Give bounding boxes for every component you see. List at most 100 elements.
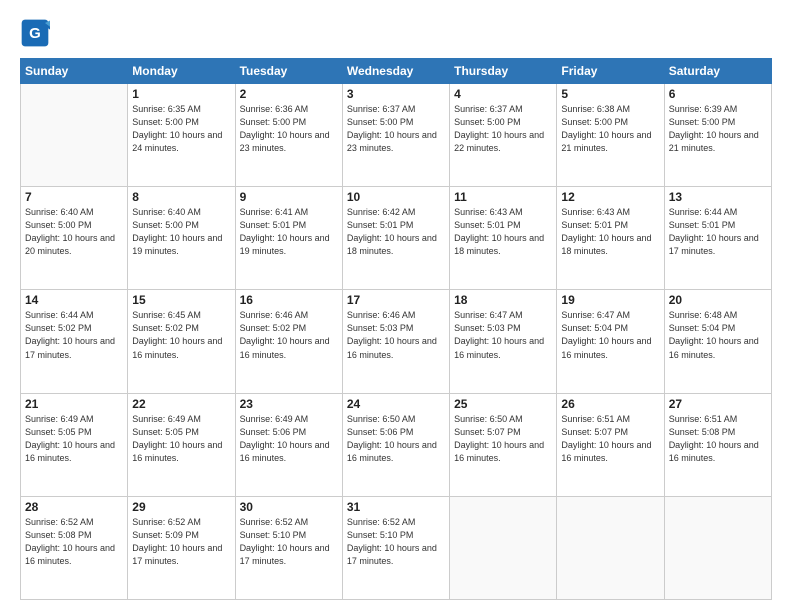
logo-icon: G (20, 18, 50, 48)
day-info: Sunrise: 6:49 AM Sunset: 5:06 PM Dayligh… (240, 413, 338, 465)
calendar-cell: 15 Sunrise: 6:45 AM Sunset: 5:02 PM Dayli… (128, 290, 235, 393)
day-number: 28 (25, 500, 123, 514)
day-number: 14 (25, 293, 123, 307)
day-info: Sunrise: 6:52 AM Sunset: 5:08 PM Dayligh… (25, 516, 123, 568)
day-info: Sunrise: 6:39 AM Sunset: 5:00 PM Dayligh… (669, 103, 767, 155)
day-info: Sunrise: 6:52 AM Sunset: 5:09 PM Dayligh… (132, 516, 230, 568)
weekday-header-friday: Friday (557, 59, 664, 84)
calendar-cell (450, 496, 557, 599)
day-number: 20 (669, 293, 767, 307)
day-info: Sunrise: 6:44 AM Sunset: 5:02 PM Dayligh… (25, 309, 123, 361)
day-number: 6 (669, 87, 767, 101)
day-info: Sunrise: 6:44 AM Sunset: 5:01 PM Dayligh… (669, 206, 767, 258)
calendar-cell: 16Sunrise: 6:46 AM Sunset: 5:02 PM Dayli… (235, 290, 342, 393)
weekday-header-monday: Monday (128, 59, 235, 84)
weekday-header-saturday: Saturday (664, 59, 771, 84)
calendar-cell: 26Sunrise: 6:51 AM Sunset: 5:07 PM Dayli… (557, 393, 664, 496)
calendar-cell: 8 Sunrise: 6:40 AM Sunset: 5:00 PM Daylig… (128, 187, 235, 290)
calendar-cell: 27 Sunrise: 6:51 AM Sunset: 5:08 PM Dayli… (664, 393, 771, 496)
calendar-cell: 3Sunrise: 6:37 AM Sunset: 5:00 PM Daylig… (342, 84, 449, 187)
calendar-cell: 24 Sunrise: 6:50 AM Sunset: 5:06 PM Dayli… (342, 393, 449, 496)
weekday-header-thursday: Thursday (450, 59, 557, 84)
day-number: 24 (347, 397, 445, 411)
day-number: 7 (25, 190, 123, 204)
svg-text:G: G (29, 25, 41, 42)
logo: G (20, 18, 54, 48)
calendar-cell: 6 Sunrise: 6:39 AM Sunset: 5:00 PM Daylig… (664, 84, 771, 187)
calendar-cell (557, 496, 664, 599)
calendar-cell: 14 Sunrise: 6:44 AM Sunset: 5:02 PM Dayli… (21, 290, 128, 393)
calendar-cell: 25Sunrise: 6:50 AM Sunset: 5:07 PM Dayli… (450, 393, 557, 496)
day-number: 18 (454, 293, 552, 307)
calendar-cell: 22 Sunrise: 6:49 AM Sunset: 5:05 PM Dayli… (128, 393, 235, 496)
week-row-1: 1 Sunrise: 6:35 AM Sunset: 5:00 PM Daylig… (21, 84, 772, 187)
day-number: 22 (132, 397, 230, 411)
calendar-cell: 18 Sunrise: 6:47 AM Sunset: 5:03 PM Dayli… (450, 290, 557, 393)
calendar-cell: 13 Sunrise: 6:44 AM Sunset: 5:01 PM Dayli… (664, 187, 771, 290)
weekday-header-wednesday: Wednesday (342, 59, 449, 84)
day-info: Sunrise: 6:49 AM Sunset: 5:05 PM Dayligh… (25, 413, 123, 465)
calendar-cell (21, 84, 128, 187)
week-row-5: 28 Sunrise: 6:52 AM Sunset: 5:08 PM Dayli… (21, 496, 772, 599)
calendar-cell: 21 Sunrise: 6:49 AM Sunset: 5:05 PM Dayli… (21, 393, 128, 496)
day-info: Sunrise: 6:49 AM Sunset: 5:05 PM Dayligh… (132, 413, 230, 465)
day-info: Sunrise: 6:40 AM Sunset: 5:00 PM Dayligh… (25, 206, 123, 258)
day-number: 1 (132, 87, 230, 101)
header: G (20, 18, 772, 48)
calendar-cell: 7 Sunrise: 6:40 AM Sunset: 5:00 PM Daylig… (21, 187, 128, 290)
day-number: 21 (25, 397, 123, 411)
day-number: 15 (132, 293, 230, 307)
week-row-4: 21 Sunrise: 6:49 AM Sunset: 5:05 PM Dayli… (21, 393, 772, 496)
day-info: Sunrise: 6:50 AM Sunset: 5:07 PM Dayligh… (454, 413, 552, 465)
calendar-cell: 23Sunrise: 6:49 AM Sunset: 5:06 PM Dayli… (235, 393, 342, 496)
calendar-cell: 1 Sunrise: 6:35 AM Sunset: 5:00 PM Daylig… (128, 84, 235, 187)
day-info: Sunrise: 6:47 AM Sunset: 5:03 PM Dayligh… (454, 309, 552, 361)
calendar-cell (664, 496, 771, 599)
calendar-cell: 19 Sunrise: 6:47 AM Sunset: 5:04 PM Dayli… (557, 290, 664, 393)
day-number: 5 (561, 87, 659, 101)
day-info: Sunrise: 6:37 AM Sunset: 5:00 PM Dayligh… (454, 103, 552, 155)
weekday-header-tuesday: Tuesday (235, 59, 342, 84)
day-info: Sunrise: 6:46 AM Sunset: 5:03 PM Dayligh… (347, 309, 445, 361)
day-number: 8 (132, 190, 230, 204)
calendar-cell: 11 Sunrise: 6:43 AM Sunset: 5:01 PM Dayli… (450, 187, 557, 290)
calendar-cell: 30 Sunrise: 6:52 AM Sunset: 5:10 PM Dayli… (235, 496, 342, 599)
calendar-cell: 20 Sunrise: 6:48 AM Sunset: 5:04 PM Dayli… (664, 290, 771, 393)
day-info: Sunrise: 6:37 AM Sunset: 5:00 PM Dayligh… (347, 103, 445, 155)
day-info: Sunrise: 6:38 AM Sunset: 5:00 PM Dayligh… (561, 103, 659, 155)
calendar-cell: 29 Sunrise: 6:52 AM Sunset: 5:09 PM Dayli… (128, 496, 235, 599)
calendar-cell: 31 Sunrise: 6:52 AM Sunset: 5:10 PM Dayli… (342, 496, 449, 599)
day-info: Sunrise: 6:47 AM Sunset: 5:04 PM Dayligh… (561, 309, 659, 361)
day-info: Sunrise: 6:45 AM Sunset: 5:02 PM Dayligh… (132, 309, 230, 361)
day-info: Sunrise: 6:51 AM Sunset: 5:08 PM Dayligh… (669, 413, 767, 465)
day-number: 27 (669, 397, 767, 411)
calendar-cell: 4Sunrise: 6:37 AM Sunset: 5:00 PM Daylig… (450, 84, 557, 187)
day-number: 13 (669, 190, 767, 204)
day-info: Sunrise: 6:50 AM Sunset: 5:06 PM Dayligh… (347, 413, 445, 465)
day-info: Sunrise: 6:52 AM Sunset: 5:10 PM Dayligh… (347, 516, 445, 568)
day-number: 30 (240, 500, 338, 514)
calendar-table: SundayMondayTuesdayWednesdayThursdayFrid… (20, 58, 772, 600)
day-info: Sunrise: 6:40 AM Sunset: 5:00 PM Dayligh… (132, 206, 230, 258)
day-number: 16 (240, 293, 338, 307)
day-info: Sunrise: 6:52 AM Sunset: 5:10 PM Dayligh… (240, 516, 338, 568)
day-number: 2 (240, 87, 338, 101)
calendar-cell: 12Sunrise: 6:43 AM Sunset: 5:01 PM Dayli… (557, 187, 664, 290)
day-info: Sunrise: 6:43 AM Sunset: 5:01 PM Dayligh… (561, 206, 659, 258)
day-number: 19 (561, 293, 659, 307)
day-number: 11 (454, 190, 552, 204)
day-info: Sunrise: 6:43 AM Sunset: 5:01 PM Dayligh… (454, 206, 552, 258)
week-row-3: 14 Sunrise: 6:44 AM Sunset: 5:02 PM Dayli… (21, 290, 772, 393)
day-info: Sunrise: 6:35 AM Sunset: 5:00 PM Dayligh… (132, 103, 230, 155)
day-number: 31 (347, 500, 445, 514)
page: G SundayMondayTuesdayWednesdayThursdayFr… (0, 0, 792, 612)
calendar-cell: 5 Sunrise: 6:38 AM Sunset: 5:00 PM Daylig… (557, 84, 664, 187)
weekday-header-row: SundayMondayTuesdayWednesdayThursdayFrid… (21, 59, 772, 84)
day-info: Sunrise: 6:48 AM Sunset: 5:04 PM Dayligh… (669, 309, 767, 361)
day-info: Sunrise: 6:42 AM Sunset: 5:01 PM Dayligh… (347, 206, 445, 258)
day-number: 29 (132, 500, 230, 514)
calendar-cell: 2Sunrise: 6:36 AM Sunset: 5:00 PM Daylig… (235, 84, 342, 187)
day-info: Sunrise: 6:51 AM Sunset: 5:07 PM Dayligh… (561, 413, 659, 465)
day-number: 10 (347, 190, 445, 204)
day-info: Sunrise: 6:41 AM Sunset: 5:01 PM Dayligh… (240, 206, 338, 258)
